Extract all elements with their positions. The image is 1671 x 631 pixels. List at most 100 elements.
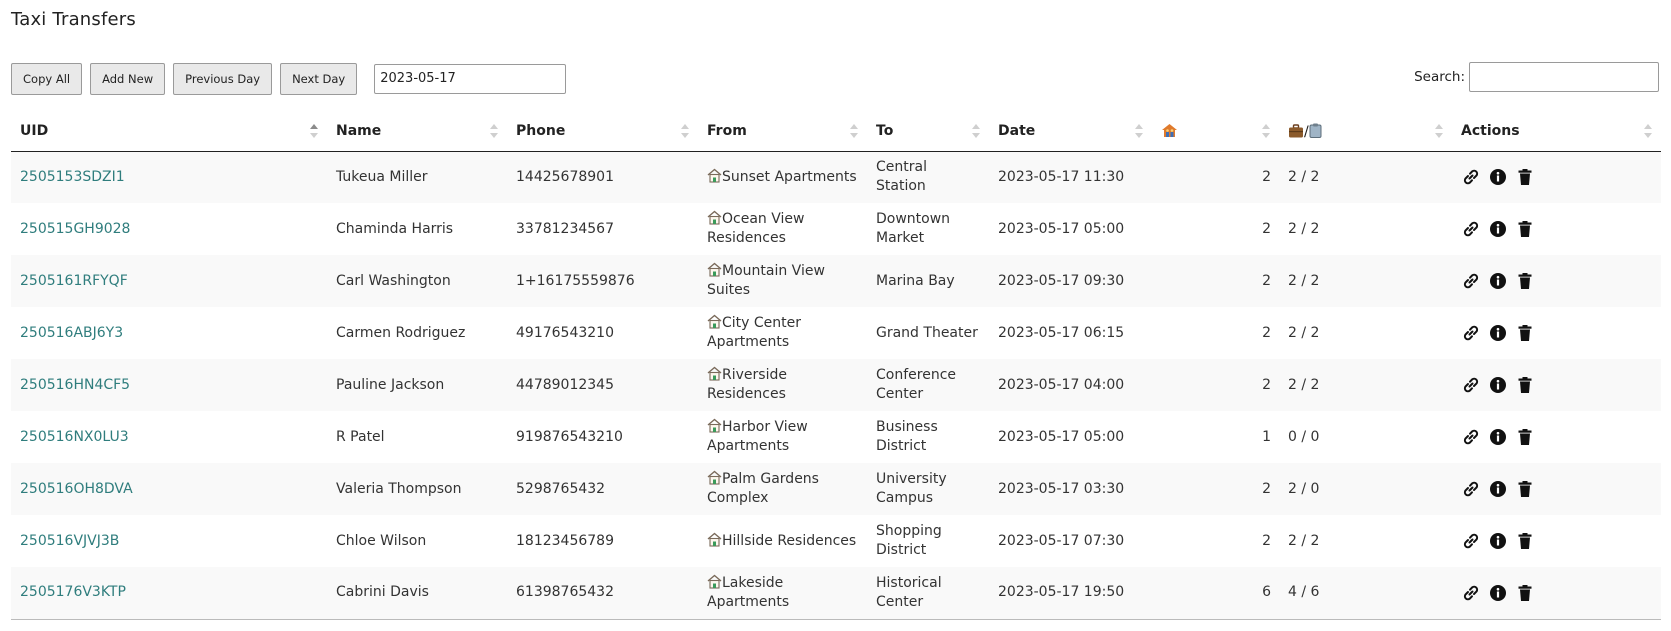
from-cell: City Center Apartments xyxy=(698,307,867,359)
trash-icon[interactable] xyxy=(1515,323,1535,343)
from-cell: Ocean View Residences xyxy=(698,203,867,255)
next-day-button[interactable]: Next Day xyxy=(280,62,358,95)
column-header-actions[interactable]: Actions xyxy=(1452,112,1661,152)
column-header-luggage[interactable]: / xyxy=(1279,112,1452,152)
column-header-from[interactable]: From xyxy=(698,112,867,152)
column-header-phone[interactable]: Phone xyxy=(507,112,698,152)
info-icon[interactable] xyxy=(1488,427,1508,447)
toolbar: Copy All Add New Previous Day Next Day S… xyxy=(11,62,1659,95)
trash-icon[interactable] xyxy=(1515,531,1535,551)
from-cell: Hillside Residences xyxy=(698,515,867,567)
uid-link[interactable]: 250516ABJ6Y3 xyxy=(20,325,123,341)
phone-cell: 919876543210 xyxy=(516,428,623,445)
column-header-to[interactable]: To xyxy=(867,112,989,152)
info-icon[interactable] xyxy=(1488,375,1508,395)
trash-icon[interactable] xyxy=(1515,479,1535,499)
info-icon[interactable] xyxy=(1488,167,1508,187)
uid-cell: 2505161RFYQF xyxy=(11,255,327,307)
uid-link[interactable]: 250516VJVJ3B xyxy=(20,533,119,549)
uid-cell: 250516VJVJ3B xyxy=(11,515,327,567)
trash-icon[interactable] xyxy=(1515,219,1535,239)
house-icon xyxy=(707,470,722,485)
trash-icon[interactable] xyxy=(1515,271,1535,291)
uid-link[interactable]: 250516OH8DVA xyxy=(20,481,133,497)
date-cell: 2023-05-17 05:00 xyxy=(998,428,1125,445)
luggage-cell: 2 / 2 xyxy=(1288,532,1320,549)
link-icon[interactable] xyxy=(1461,271,1481,291)
to-cell: Marina Bay xyxy=(867,255,989,307)
date-cell: 2023-05-17 09:30 xyxy=(989,255,1152,307)
column-header-label: Name xyxy=(336,123,382,140)
info-icon[interactable] xyxy=(1488,531,1508,551)
uid-link[interactable]: 2505161RFYQF xyxy=(20,273,128,289)
info-icon[interactable] xyxy=(1488,583,1508,603)
passengers-cell: 2 xyxy=(1152,463,1279,515)
link-icon[interactable] xyxy=(1461,583,1481,603)
date-cell: 2023-05-17 07:30 xyxy=(998,532,1125,549)
uid-link[interactable]: 250516NX0LU3 xyxy=(20,429,129,445)
uid-cell: 250516NX0LU3 xyxy=(11,411,327,463)
link-icon[interactable] xyxy=(1461,323,1481,343)
date-cell: 2023-05-17 03:30 xyxy=(989,463,1152,515)
luggage-cell: 2 / 0 xyxy=(1279,463,1452,515)
column-header-uid[interactable]: UID xyxy=(11,112,327,152)
trash-icon[interactable] xyxy=(1515,427,1535,447)
row-actions xyxy=(1461,531,1652,551)
link-icon[interactable] xyxy=(1461,531,1481,551)
to-cell: Business District xyxy=(876,419,938,454)
link-icon[interactable] xyxy=(1461,375,1481,395)
uid-link[interactable]: 250515GH9028 xyxy=(20,221,130,237)
luggage-cell: 0 / 0 xyxy=(1288,428,1320,445)
table-row: 250516ABJ6Y3 Carmen Rodriguez 49176543210 C… xyxy=(11,307,1661,359)
trash-icon[interactable] xyxy=(1515,167,1535,187)
add-new-button[interactable]: Add New xyxy=(90,62,166,95)
uid-link[interactable]: 2505153SDZI1 xyxy=(20,169,125,185)
info-icon[interactable] xyxy=(1488,323,1508,343)
sort-icon xyxy=(1644,124,1652,139)
link-icon[interactable] xyxy=(1461,219,1481,239)
from-text: Ocean View Residences xyxy=(707,211,805,246)
trash-icon[interactable] xyxy=(1515,583,1535,603)
date-input[interactable] xyxy=(374,63,567,94)
passengers-cell: 2 xyxy=(1262,220,1271,237)
row-actions xyxy=(1461,427,1652,447)
house-icon xyxy=(707,418,722,433)
copy-all-button[interactable]: Copy All xyxy=(11,62,83,95)
link-icon[interactable] xyxy=(1461,427,1481,447)
transfers-table: UID Name Phone From To Date / Actions 25… xyxy=(11,112,1661,620)
column-header-date[interactable]: Date xyxy=(989,112,1152,152)
date-cell: 2023-05-17 06:15 xyxy=(998,324,1125,341)
name-cell: Valeria Thompson xyxy=(327,463,507,515)
from-text: Palm Gardens Complex xyxy=(707,471,819,506)
house-icon xyxy=(707,574,722,589)
link-icon[interactable] xyxy=(1461,479,1481,499)
info-icon[interactable] xyxy=(1488,479,1508,499)
to-cell: Grand Theater xyxy=(876,324,978,341)
link-icon[interactable] xyxy=(1461,167,1481,187)
to-cell: Central Station xyxy=(867,151,989,203)
info-icon[interactable] xyxy=(1488,271,1508,291)
clipboard-icon xyxy=(1309,123,1322,138)
info-icon[interactable] xyxy=(1488,219,1508,239)
previous-day-button[interactable]: Previous Day xyxy=(173,62,273,95)
uid-cell: 250516OH8DVA xyxy=(11,463,327,515)
search-input[interactable] xyxy=(1469,62,1659,92)
column-header-label: Actions xyxy=(1461,123,1520,140)
column-header-label: UID xyxy=(20,123,49,140)
phone-cell: 5298765432 xyxy=(507,463,698,515)
actions-cell xyxy=(1452,359,1661,411)
row-actions xyxy=(1461,375,1652,395)
column-header-label: Phone xyxy=(516,123,566,140)
column-header-name[interactable]: Name xyxy=(327,112,507,152)
from-cell: Riverside Residences xyxy=(698,359,867,411)
trash-icon[interactable] xyxy=(1515,375,1535,395)
passengers-cell: 2 xyxy=(1152,151,1279,203)
row-actions xyxy=(1461,219,1652,239)
to-cell: Conference Center xyxy=(867,359,989,411)
sort-icon xyxy=(1435,124,1443,139)
uid-link[interactable]: 2505176V3KTP xyxy=(20,584,126,600)
uid-link[interactable]: 250516HN4CF5 xyxy=(20,377,130,393)
luggage-cell: 2 / 2 xyxy=(1279,151,1452,203)
column-header-passengers[interactable] xyxy=(1152,112,1279,152)
house-icon xyxy=(707,532,722,547)
